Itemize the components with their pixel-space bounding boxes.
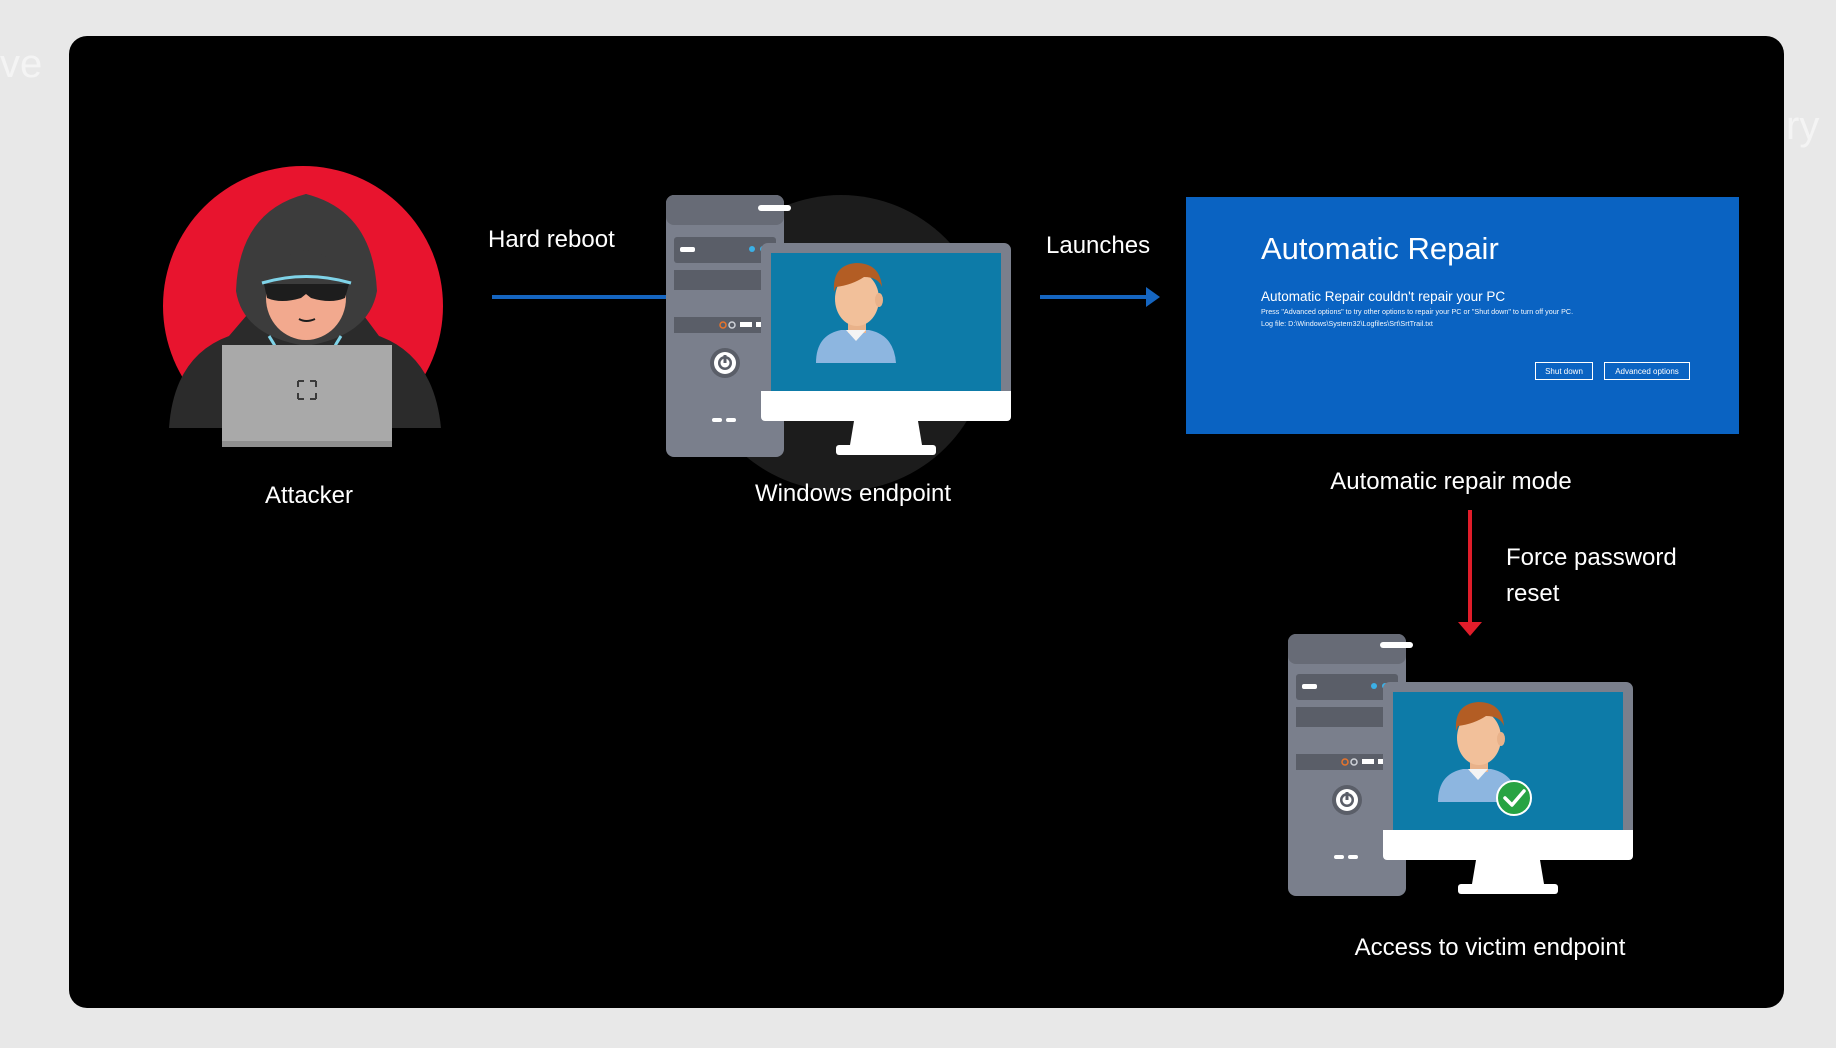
label-access-to-victim-endpoint: Access to victim endpoint bbox=[1354, 934, 1626, 961]
label-attacker: Attacker bbox=[264, 482, 354, 509]
label-windows-endpoint: Windows endpoint bbox=[754, 480, 952, 507]
victim-computer-icon bbox=[1288, 634, 1633, 896]
diagram-graphics bbox=[163, 166, 1633, 896]
arrow-force-password-reset bbox=[1458, 510, 1482, 636]
background-text-left: ve bbox=[0, 42, 43, 86]
endpoint-computer-icon bbox=[666, 195, 1011, 491]
repair-subtitle: Automatic Repair couldn't repair your PC bbox=[1261, 289, 1506, 304]
advanced-options-button[interactable]: Advanced options bbox=[1604, 362, 1690, 380]
background-text-right: ry bbox=[1786, 104, 1820, 148]
repair-log-file: Log file: D:\Windows\System32\Logfiles\S… bbox=[1261, 319, 1433, 328]
repair-buttons: Shut down Advanced options bbox=[1535, 362, 1690, 380]
automatic-repair-screen: Automatic Repair Automatic Repair couldn… bbox=[1186, 197, 1739, 434]
label-launches: Launches bbox=[1046, 232, 1151, 259]
shut-down-button[interactable]: Shut down bbox=[1535, 362, 1593, 380]
label-automatic-repair-mode: Automatic repair mode bbox=[1330, 468, 1572, 495]
arrow-hard-reboot bbox=[492, 287, 681, 307]
label-reset: reset bbox=[1506, 580, 1560, 607]
attacker-icon bbox=[163, 166, 443, 447]
label-hard-reboot: Hard reboot bbox=[488, 226, 615, 253]
arrow-launches bbox=[1040, 287, 1160, 307]
repair-title: Automatic Repair bbox=[1261, 231, 1499, 266]
check-icon bbox=[1496, 780, 1532, 816]
diagram-panel: Automatic Repair Automatic Repair couldn… bbox=[69, 36, 1784, 1008]
label-force-password: Force password bbox=[1506, 544, 1677, 571]
